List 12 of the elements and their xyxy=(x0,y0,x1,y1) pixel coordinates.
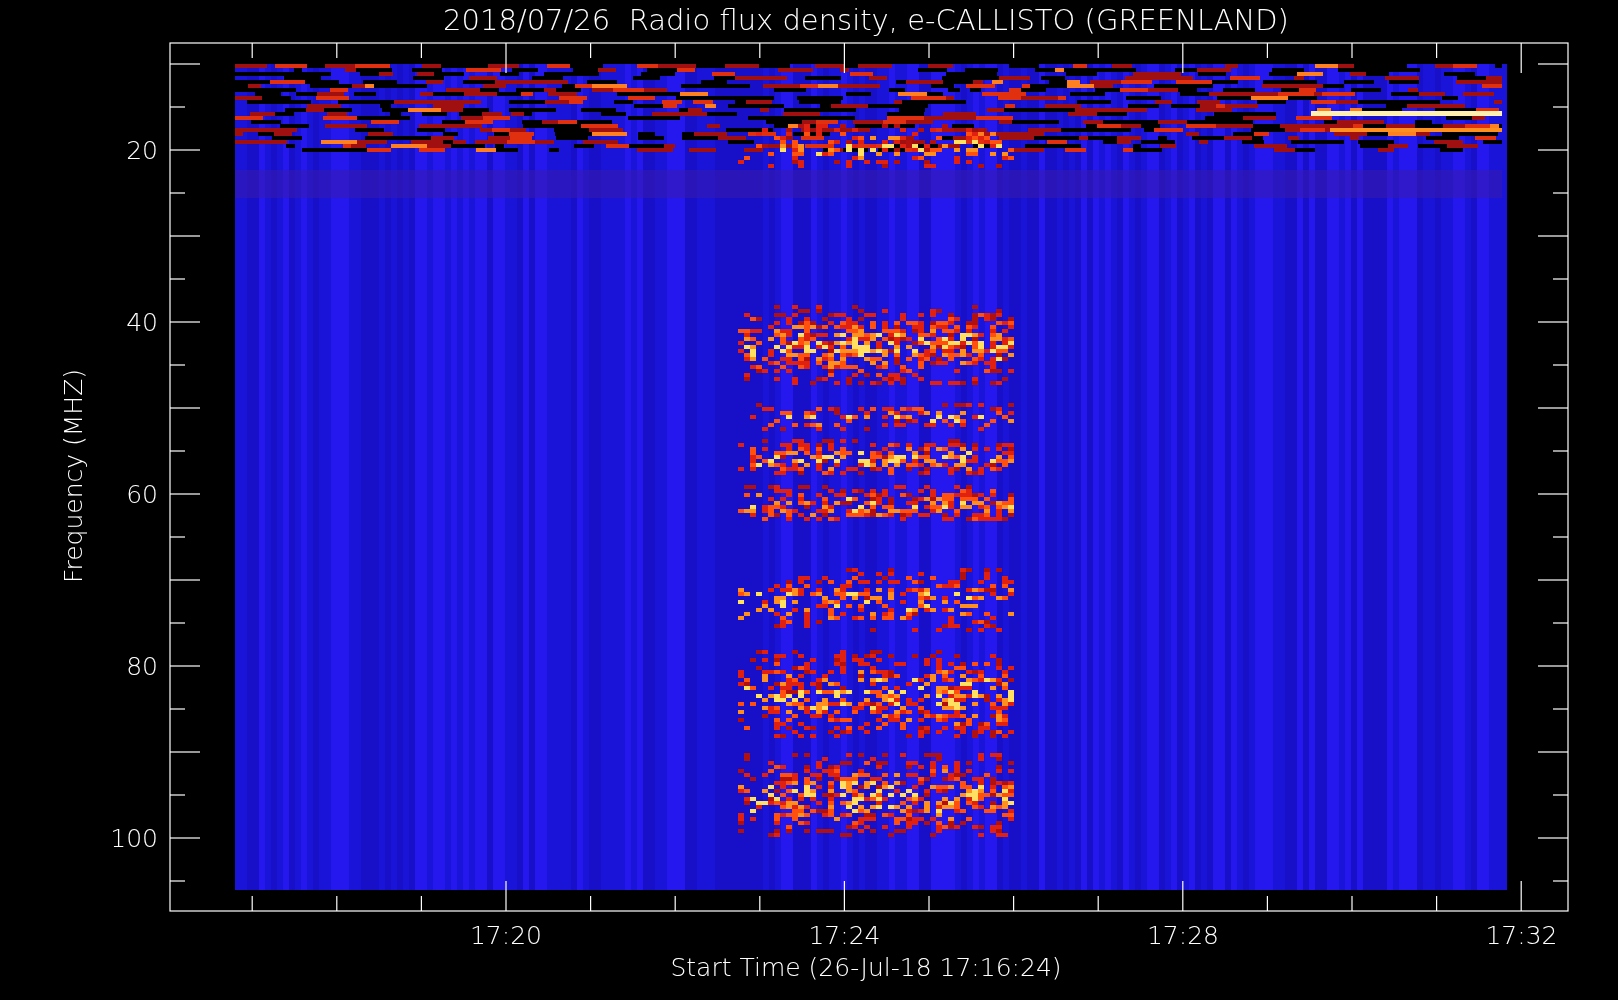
tick-label: 80 xyxy=(126,652,158,681)
tick-label: 17:24 xyxy=(808,921,881,950)
axis-label: Frequency (MHZ) xyxy=(59,368,88,584)
tick-label: 100 xyxy=(110,824,158,853)
tick-label: 17:28 xyxy=(1147,921,1219,950)
tick-label: 20 xyxy=(126,136,158,165)
tick-label: 17:20 xyxy=(470,921,542,950)
tick-label: 40 xyxy=(126,308,158,337)
tick-label: 17:32 xyxy=(1485,921,1558,950)
tick-label: 60 xyxy=(126,480,158,509)
axis-label: Start Time (26-Jul-18 17:16:24) xyxy=(670,953,1062,982)
chart-title: 2018/07/26 Radio flux density, e-CALLISTO (GREENLAND) xyxy=(443,3,1289,37)
